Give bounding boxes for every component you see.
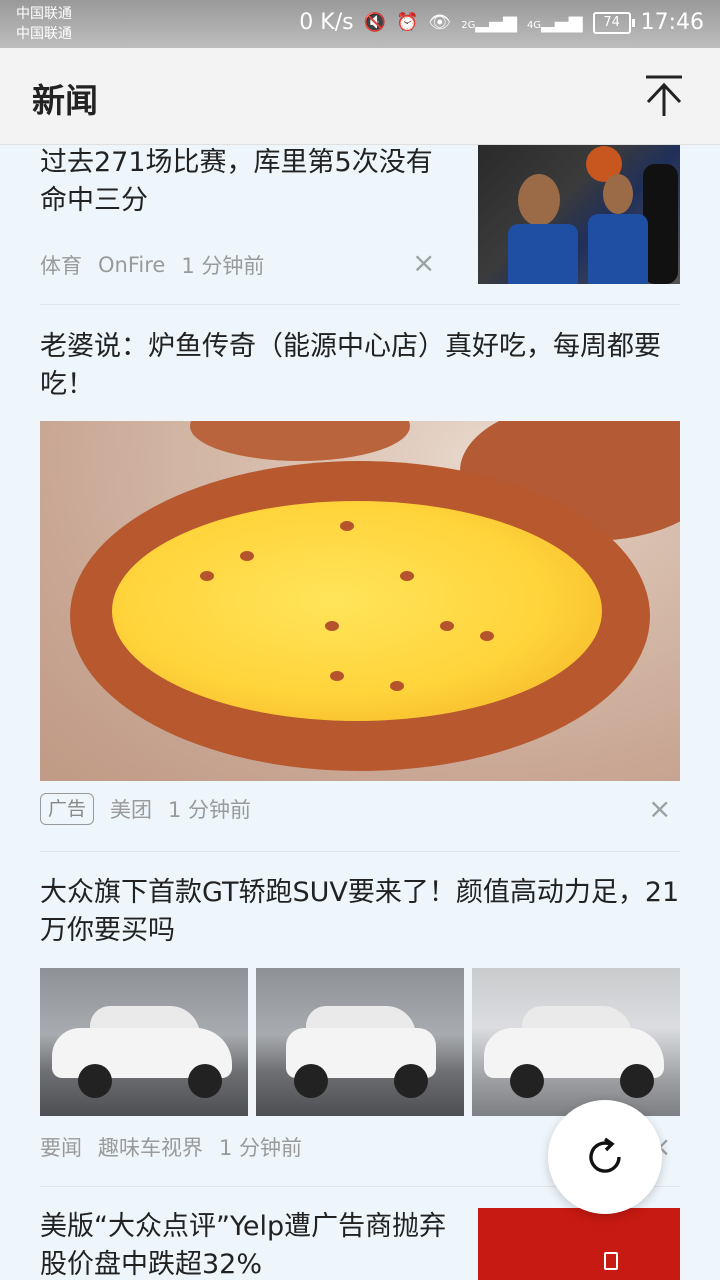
signal-4g-icon: 4G▂▄▆ — [526, 12, 583, 33]
news-thumbnail[interactable] — [256, 968, 464, 1116]
news-item[interactable]: 美版“大众点评”Yelp遭广告商抛弃 股价盘中跌超32% — [40, 1208, 680, 1280]
news-category: 要闻 — [40, 1136, 82, 1160]
news-source: OnFire — [98, 253, 166, 277]
clock: 17:46 — [640, 10, 704, 35]
news-time: 1 分钟前 — [181, 254, 265, 278]
carrier-info: 中国联通 中国联通 — [16, 4, 72, 44]
status-bar: 中国联通 中国联通 0 K/s 🔇 ⏰ 👁 2G▂▄▆ 4G▂▄▆ 74 17:… — [0, 0, 720, 48]
news-meta: 体育 OnFire 1 分钟前 — [40, 250, 264, 280]
ad-source: 美团 — [110, 798, 153, 822]
status-icons: 0 K/s 🔇 ⏰ 👁 2G▂▄▆ 4G▂▄▆ 74 17:46 — [299, 10, 704, 35]
news-item[interactable]: 过去271场比赛，库里第5次没有命中三分 体育 OnFire 1 分钟前 × — [40, 144, 680, 294]
news-headline[interactable]: 过去271场比赛，库里第5次没有命中三分 — [40, 144, 450, 220]
divider — [40, 304, 680, 305]
refresh-button[interactable] — [548, 1100, 662, 1214]
carrier-2: 中国联通 — [16, 26, 72, 42]
news-category: 体育 — [40, 254, 82, 278]
alarm-icon: ⏰ — [396, 12, 419, 33]
news-headline[interactable]: 大众旗下首款GT轿跑SUV要来了！颜值高动力足，21万你要买吗 — [40, 874, 680, 950]
dismiss-button[interactable]: × — [648, 792, 671, 825]
news-thumbnail[interactable] — [478, 1208, 680, 1280]
news-meta: 要闻 趣味车视界 1 分钟前 — [40, 1132, 302, 1162]
ad-headline[interactable]: 老婆说：炉鱼传奇（能源中心店）真好吃，每周都要吃！ — [40, 328, 680, 404]
dismiss-button[interactable]: × — [412, 246, 435, 279]
news-time: 1 分钟前 — [219, 1136, 303, 1160]
ad-item[interactable]: 老婆说：炉鱼传奇（能源中心店）真好吃，每周都要吃！ 广告 美团 1 分钟前 × — [40, 328, 680, 828]
news-thumbnail[interactable] — [478, 144, 680, 284]
carrier-1: 中国联通 — [16, 6, 72, 22]
news-thumbnail[interactable] — [40, 968, 248, 1116]
mute-icon: 🔇 — [363, 12, 386, 33]
divider — [40, 851, 680, 852]
ad-time: 1 分钟前 — [168, 798, 252, 822]
news-headline[interactable]: 美版“大众点评”Yelp遭广告商抛弃 股价盘中跌超32% — [40, 1208, 450, 1280]
ad-meta: 广告 美团 1 分钟前 — [40, 793, 251, 825]
news-source: 趣味车视界 — [98, 1136, 203, 1160]
news-thumbnail[interactable] — [472, 968, 680, 1116]
page-title: 新闻 — [32, 81, 98, 120]
battery-icon: 74 — [592, 11, 635, 34]
network-speed: 0 K/s — [299, 10, 354, 35]
ad-image[interactable] — [40, 421, 680, 781]
eye-icon: 👁 — [428, 12, 452, 33]
ad-badge: 广告 — [40, 793, 95, 825]
refresh-icon — [589, 1137, 621, 1173]
signal-2g-icon: 2G▂▄▆ — [461, 12, 517, 33]
arrow-up-to-top-icon[interactable] — [644, 74, 684, 118]
app-bar: 新闻 — [0, 48, 720, 145]
